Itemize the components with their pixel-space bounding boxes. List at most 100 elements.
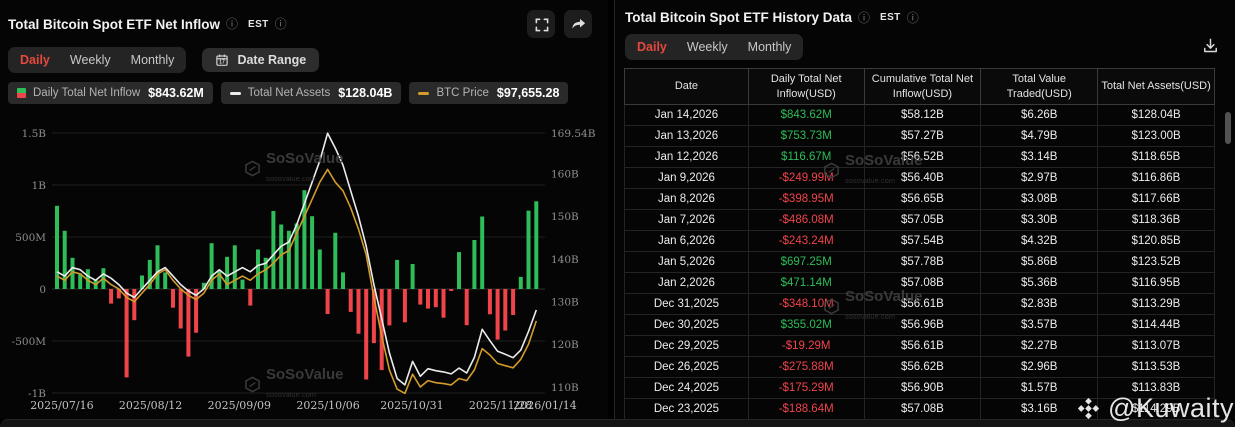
chart-panel-title: Total Bitcoin Spot ETF Net Inflow xyxy=(8,16,220,32)
table-row: Dec 30,2025 $355.02M $56.96B $3.57B $114.44B xyxy=(624,314,1215,336)
legend-value: $128.04B xyxy=(338,86,393,100)
cell-date: Dec 24,2025 xyxy=(624,377,749,399)
table-panel-header: Total Bitcoin Spot ETF History Data ⓘ ES… xyxy=(615,0,1235,25)
svg-text:160B: 160B xyxy=(551,169,579,181)
cell-cumulative-inflow: $57.05B xyxy=(863,209,982,231)
cell-daily-inflow: -$249.99M xyxy=(747,167,865,189)
svg-text:2025/09/09: 2025/09/09 xyxy=(208,399,271,412)
date-range-label: Date Range xyxy=(237,53,307,67)
tab-daily[interactable]: Daily xyxy=(637,40,667,54)
timezone-label: EST xyxy=(880,12,901,23)
share-icon xyxy=(572,18,586,29)
cell-daily-inflow: -$486.08M xyxy=(747,209,865,231)
chart-tabs-row: Daily Weekly Monthly 17 Date Range xyxy=(8,47,600,73)
cell-date: Jan 13,2026 xyxy=(624,125,749,147)
cell-daily-inflow: -$243.24M xyxy=(747,230,865,252)
tab-daily[interactable]: Daily xyxy=(20,53,50,67)
cell-cumulative-inflow: $57.08B xyxy=(863,272,982,294)
cell-value-traded: $5.36B xyxy=(980,272,1099,294)
tab-weekly[interactable]: Weekly xyxy=(70,53,111,67)
history-table: Date Daily Total Net Inflow(USD) Cumulat… xyxy=(624,68,1215,420)
svg-text:140B: 140B xyxy=(551,254,579,266)
table-body: Jan 14,2026 $843.62M $58.12B $6.26B $128.04B… xyxy=(624,104,1215,420)
svg-text:1B: 1B xyxy=(32,180,47,192)
cell-value-traded: $3.30B xyxy=(980,209,1099,231)
info-icon[interactable]: ⓘ xyxy=(275,18,287,30)
tab-weekly[interactable]: Weekly xyxy=(687,40,728,54)
info-icon[interactable]: ⓘ xyxy=(907,12,919,24)
table-row: Jan 5,2026 $697.25M $57.78B $5.86B $123.52B xyxy=(624,251,1215,273)
legend-total-net-assets[interactable]: Total Net Assets $128.04B xyxy=(220,82,402,104)
share-button[interactable] xyxy=(564,10,592,38)
table-scrollbar-thumb[interactable] xyxy=(1225,112,1231,144)
svg-text:120B: 120B xyxy=(551,339,579,351)
cell-cumulative-inflow: $56.62B xyxy=(863,356,982,378)
cell-date: Jan 8,2026 xyxy=(624,188,749,210)
cell-net-assets: $114.44B xyxy=(1097,314,1215,336)
cell-value-traded: $5.86B xyxy=(980,251,1099,273)
cell-date: Dec 31,2025 xyxy=(624,293,749,315)
cell-cumulative-inflow: $57.78B xyxy=(863,251,982,273)
col-header-value-traded: Total Value Traded(USD) xyxy=(980,68,1099,105)
cell-net-assets: $113.53B xyxy=(1097,356,1215,378)
cell-value-traded: $2.27B xyxy=(980,335,1099,357)
table-row: Jan 9,2026 -$249.99M $56.40B $2.97B $116.86B xyxy=(624,167,1215,189)
svg-text:2025/08/12: 2025/08/12 xyxy=(119,399,182,412)
table-row: Jan 8,2026 -$398.95M $56.65B $3.08B $117.66B xyxy=(624,188,1215,210)
cell-cumulative-inflow: $57.08B xyxy=(863,398,982,420)
cell-cumulative-inflow: $56.96B xyxy=(863,314,982,336)
table-row: Dec 31,2025 -$348.10M $56.61B $2.83B $113.29… xyxy=(624,293,1215,315)
legend-daily-net-inflow[interactable]: Daily Total Net Inflow $843.62M xyxy=(8,82,213,104)
table-row: Jan 2,2026 $471.14M $57.08B $5.36B $116.95B xyxy=(624,272,1215,294)
chart-panel-header: Total Bitcoin Spot ETF Net Inflow ⓘ EST … xyxy=(0,0,608,38)
table-row: Jan 7,2026 -$486.08M $57.05B $3.30B $118.36B xyxy=(624,209,1215,231)
cell-cumulative-inflow: $58.12B xyxy=(863,104,982,126)
cell-date: Jan 7,2026 xyxy=(624,209,749,231)
cell-daily-inflow: $471.14M xyxy=(747,272,865,294)
date-range-button[interactable]: 17 Date Range xyxy=(202,48,320,72)
cell-net-assets: $113.29B xyxy=(1097,293,1215,315)
table-panel-title: Total Bitcoin Spot ETF History Data xyxy=(625,10,853,25)
svg-text:169.54B: 169.54B xyxy=(551,128,596,140)
svg-text:500M: 500M xyxy=(15,232,46,244)
tab-monthly[interactable]: Monthly xyxy=(748,40,792,54)
svg-text:2025/07/16: 2025/07/16 xyxy=(30,399,93,412)
legend-label: Daily Total Net Inflow xyxy=(33,87,141,99)
svg-text:2025/10/06: 2025/10/06 xyxy=(296,399,359,412)
cell-date: Dec 26,2025 xyxy=(624,356,749,378)
tab-monthly[interactable]: Monthly xyxy=(131,53,175,67)
fullscreen-button[interactable] xyxy=(527,10,555,38)
legend-btc-price[interactable]: BTC Price $97,655.28 xyxy=(409,82,569,104)
col-header-date: Date xyxy=(624,68,749,105)
table-row: Dec 26,2025 -$275.88M $56.62B $2.96B $113.53… xyxy=(624,356,1215,378)
cell-daily-inflow: -$275.88M xyxy=(747,356,865,378)
info-icon[interactable]: ⓘ xyxy=(226,18,238,30)
cell-value-traded: $3.08B xyxy=(980,188,1099,210)
orange-line-icon xyxy=(418,91,430,95)
col-header-net-assets: Total Net Assets(USD) xyxy=(1097,68,1215,105)
cell-value-traded: $4.32B xyxy=(980,230,1099,252)
cell-date: Jan 6,2026 xyxy=(624,230,749,252)
cell-daily-inflow: $843.62M xyxy=(747,104,865,126)
table-row: Dec 23,2025 -$188.64M $57.08B $3.16B $114.29… xyxy=(624,398,1215,420)
cell-date: Jan 5,2026 xyxy=(624,251,749,273)
fullscreen-icon xyxy=(535,18,548,31)
cell-daily-inflow: -$19.29M xyxy=(747,335,865,357)
table-row: Jan 6,2026 -$243.24M $57.54B $4.32B $120.85B xyxy=(624,230,1215,252)
cell-net-assets: $113.83B xyxy=(1097,377,1215,399)
net-inflow-combo-chart[interactable]: 1.5B 1B 500M 0 -500M -1B 169.54B 160B 150B 140B 13… xyxy=(0,112,608,418)
info-icon[interactable]: ⓘ xyxy=(858,12,870,24)
cell-net-assets: $123.00B xyxy=(1097,125,1215,147)
cell-daily-inflow: $116.67M xyxy=(747,146,865,168)
chart-canvas[interactable]: 1.5B 1B 500M 0 -500M -1B 169.54B 160B 150B 140B 13… xyxy=(0,112,608,423)
download-button[interactable] xyxy=(1200,35,1221,59)
legend-value: $97,655.28 xyxy=(496,86,560,100)
chart-period-tabs: Daily Weekly Monthly xyxy=(8,47,187,73)
table-row: Jan 12,2026 $116.67M $56.52B $3.14B $118.65B xyxy=(624,146,1215,168)
cell-daily-inflow: $355.02M xyxy=(747,314,865,336)
cell-net-assets: $118.65B xyxy=(1097,146,1215,168)
table-row: Dec 24,2025 -$175.29M $56.90B $1.57B $113.83… xyxy=(624,377,1215,399)
cell-daily-inflow: $753.73M xyxy=(747,125,865,147)
cell-net-assets: $120.85B xyxy=(1097,230,1215,252)
svg-text:0: 0 xyxy=(39,284,46,296)
